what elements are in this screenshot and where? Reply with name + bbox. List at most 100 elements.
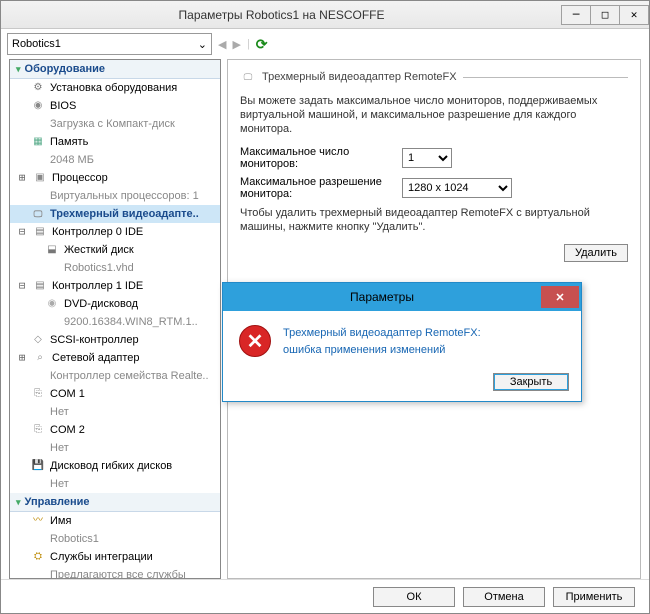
maximize-button[interactable]: □ <box>590 5 620 25</box>
tree-scsi[interactable]: SCSI-контроллер <box>10 331 220 349</box>
section-label: Оборудование <box>25 63 105 75</box>
video-icon <box>240 70 256 84</box>
tree-label: BIOS <box>50 99 76 113</box>
tree-label: Трехмерный видеоадапте.. <box>50 207 199 221</box>
section-hardware[interactable]: ▾ Оборудование <box>10 60 220 79</box>
tree-floppy[interactable]: Дисковод гибких дисков <box>10 457 220 475</box>
tree-label: COM 2 <box>50 423 85 437</box>
collapse-icon: ▾ <box>16 64 21 75</box>
tree-sublabel: Виртуальных процессоров: 1 <box>50 189 199 203</box>
error-line2: ошибка применения изменений <box>283 342 481 359</box>
tree-label: Контроллер 1 IDE <box>52 279 143 293</box>
tree-integration-detail: Предлагаются все службы <box>10 566 220 579</box>
tree-hdd[interactable]: Жесткий диск <box>10 241 220 259</box>
remove-hint: Чтобы удалить трехмерный видеоадаптер Re… <box>240 206 628 234</box>
expander-icon[interactable]: ⊞ <box>16 351 28 365</box>
network-icon <box>32 351 48 365</box>
tree-label: DVD-дисковод <box>64 297 138 311</box>
error-icon: ✕ <box>239 325 271 357</box>
tree-integration[interactable]: Службы интеграции <box>10 548 220 566</box>
ide-icon <box>32 225 48 239</box>
tree-sublabel: 2048 МБ <box>50 153 94 167</box>
tree-label: Имя <box>50 514 71 528</box>
gear-icon <box>30 81 46 95</box>
tree-label: Контроллер 0 IDE <box>52 225 143 239</box>
com-icon <box>30 423 46 437</box>
memory-icon <box>30 135 46 149</box>
tree-dvd[interactable]: DVD-дисковод <box>10 295 220 313</box>
settings-tree[interactable]: ▾ Оборудование Установка оборудования BIO… <box>9 59 221 579</box>
section-management[interactable]: ▾ Управление <box>10 493 220 512</box>
error-dialog-close-button[interactable]: ✕ <box>541 286 579 308</box>
tree-memory[interactable]: Память <box>10 133 220 151</box>
tree-com2[interactable]: COM 2 <box>10 421 220 439</box>
divider: | <box>247 38 250 50</box>
expander-icon[interactable]: ⊞ <box>16 171 28 185</box>
tree-label: Службы интеграции <box>50 550 153 564</box>
tree-label: Установка оборудования <box>50 81 177 95</box>
vm-selector-value: Robotics1 <box>12 38 61 50</box>
tree-add-hardware[interactable]: Установка оборудования <box>10 79 220 97</box>
tree-label: SCSI-контроллер <box>50 333 139 347</box>
section-label: Управление <box>25 496 90 508</box>
chevron-down-icon: ⌄ <box>198 38 207 51</box>
tree-sublabel: Robotics1 <box>50 532 99 546</box>
tree-sublabel: Нет <box>50 405 69 419</box>
title-bar: Параметры Robotics1 на NESCOFFE ─ □ ✕ <box>1 1 649 29</box>
tree-label: Процессор <box>52 171 108 185</box>
tree-com2-detail: Нет <box>10 439 220 457</box>
tree-video-adapter[interactable]: Трехмерный видеоадапте.. <box>10 205 220 223</box>
tree-label: Сетевой адаптер <box>52 351 140 365</box>
tree-bios[interactable]: BIOS <box>10 97 220 115</box>
monitor-count-select[interactable]: 1 <box>402 148 452 168</box>
error-line1: Трехмерный видеоадаптер RemoteFX: <box>283 325 481 342</box>
tree-label: Память <box>50 135 88 149</box>
tree-cpu-detail: Виртуальных процессоров: 1 <box>10 187 220 205</box>
window-buttons: ─ □ ✕ <box>562 5 649 25</box>
tree-sublabel: Загрузка с Компакт-диск <box>50 117 175 131</box>
apply-button[interactable]: Применить <box>553 587 635 607</box>
tree-sublabel: Предлагаются все службы <box>50 568 186 579</box>
panel-title: Трехмерный видеоадаптер RemoteFX <box>262 71 457 83</box>
ide-icon <box>32 279 48 293</box>
collapse-icon: ▾ <box>16 497 21 508</box>
monitor-count-label: Максимальное число мониторов: <box>240 146 390 170</box>
back-icon[interactable]: ◀ <box>218 38 226 51</box>
dialog-footer: ОК Отмена Применить <box>1 579 649 613</box>
vm-selector[interactable]: Robotics1 ⌄ <box>7 33 212 55</box>
tree-label: Жесткий диск <box>64 243 134 257</box>
divider <box>463 77 628 78</box>
resolution-label: Максимальное разрешение монитора: <box>240 176 390 200</box>
resolution-select[interactable]: 1280 x 1024 <box>402 178 512 198</box>
tree-sublabel: 9200.16384.WIN8_RTM.1.. <box>64 315 198 329</box>
tree-ide1[interactable]: ⊟ Контроллер 1 IDE <box>10 277 220 295</box>
tree-ide0[interactable]: ⊟ Контроллер 0 IDE <box>10 223 220 241</box>
toolbar: Robotics1 ⌄ ◀ ▶ | ⟳ <box>1 29 649 59</box>
ok-button[interactable]: ОК <box>373 587 455 607</box>
delete-button[interactable]: Удалить <box>564 244 628 262</box>
tree-memory-detail: 2048 МБ <box>10 151 220 169</box>
services-icon <box>30 550 46 564</box>
window-title: Параметры Robotics1 на NESCOFFE <box>1 8 562 22</box>
cpu-icon <box>32 171 48 185</box>
dvd-icon <box>44 297 60 311</box>
scsi-icon <box>30 333 46 347</box>
tree-floppy-detail: Нет <box>10 475 220 493</box>
tree-network[interactable]: ⊞ Сетевой адаптер <box>10 349 220 367</box>
tree-sublabel: Нет <box>50 477 69 491</box>
forward-icon[interactable]: ▶ <box>232 38 240 51</box>
error-dialog: Параметры ✕ ✕ Трехмерный видеоадаптер Re… <box>222 282 582 402</box>
minimize-button[interactable]: ─ <box>561 5 591 25</box>
close-button[interactable]: ✕ <box>619 5 649 25</box>
expander-icon[interactable]: ⊟ <box>16 279 28 293</box>
tree-cpu[interactable]: ⊞ Процессор <box>10 169 220 187</box>
error-close-button[interactable]: Закрыть <box>493 373 569 391</box>
com-icon <box>30 387 46 401</box>
tree-name[interactable]: Имя <box>10 512 220 530</box>
refresh-icon[interactable]: ⟳ <box>256 36 268 53</box>
tree-com1[interactable]: COM 1 <box>10 385 220 403</box>
tree-name-detail: Robotics1 <box>10 530 220 548</box>
expander-icon[interactable]: ⊟ <box>16 225 28 239</box>
error-dialog-title: Параметры <box>223 290 541 304</box>
cancel-button[interactable]: Отмена <box>463 587 545 607</box>
